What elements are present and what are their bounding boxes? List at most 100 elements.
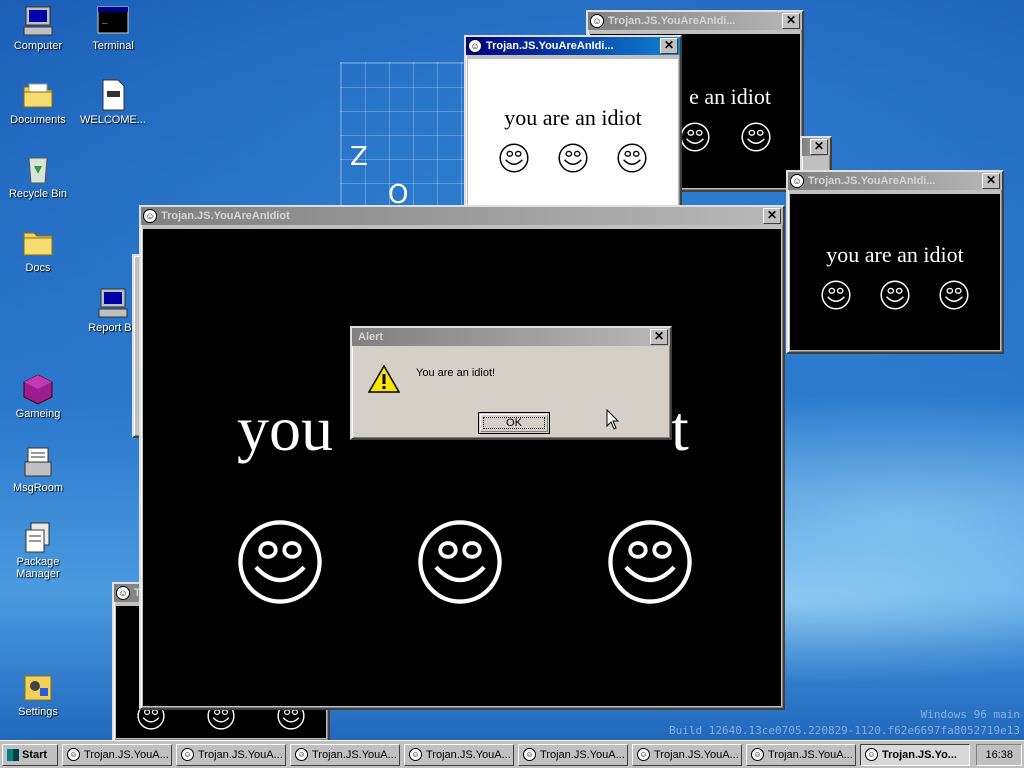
taskbar-button-active[interactable]: ☺ Trojan.JS.Yo... (860, 743, 970, 766)
desktop-icon-gameing[interactable]: Gameing (1, 372, 75, 420)
desktop-icon-documents[interactable]: Documents (1, 78, 75, 126)
smiley-row (484, 143, 662, 173)
build-watermark-build: Build 12640.13ce0705.220829-1120.f62e669… (669, 724, 1020, 737)
window-title: Trojan.JS.YouAreAnIdi... (608, 15, 736, 27)
popup-message: you are an idiot (826, 242, 964, 267)
start-label: Start (22, 748, 48, 761)
smiley-icon (558, 143, 588, 173)
cube-icon (21, 372, 55, 406)
popup-content: you are an idiot (468, 59, 678, 213)
taskbar-button-label: Trojan.JS.YouA... (426, 748, 511, 761)
desktop-icon-docs[interactable]: Docs (1, 226, 75, 274)
taskbar-button-label: Trojan.JS.YouA... (312, 748, 397, 761)
smiley-icon: ☺ (751, 748, 764, 761)
close-button[interactable]: ✕ (763, 208, 781, 224)
smiley-icon (741, 122, 771, 152)
smiley-icon: ☺ (116, 586, 130, 600)
package-icon (21, 520, 55, 554)
window-title: Trojan.JS.YouAreAnIdiot (161, 210, 290, 222)
computer-icon (21, 4, 55, 38)
popup-window-right[interactable]: ☺ Trojan.JS.YouAreAnIdi... ✕ you are an … (786, 170, 1004, 354)
taskbar-button-label: Trojan.JS.YouA... (654, 748, 739, 761)
window-titlebar[interactable]: ☺ Trojan.JS.YouAreAnIdi... ✕ (466, 37, 680, 55)
window-titlebar[interactable]: ☺ Trojan.JS.YouAreAnIdi... ✕ (788, 172, 1002, 190)
desktop-icon-settings[interactable]: Settings (1, 670, 75, 718)
close-button[interactable]: ✕ (982, 173, 1000, 189)
ok-button[interactable]: OK (478, 412, 550, 434)
document-icon (96, 78, 130, 112)
desktop-icon-label: Docs (25, 262, 51, 274)
settings-icon (21, 670, 55, 704)
desktop-icon-label: Gameing (15, 408, 61, 420)
taskbar-button[interactable]: ☺ Trojan.JS.YouA... (176, 743, 286, 766)
smiley-icon: ☺ (181, 748, 194, 761)
folder-icon (21, 78, 55, 112)
desktop-icon-msgroom[interactable]: MsgRoom (1, 446, 75, 494)
ok-button-label: OK (480, 414, 548, 432)
smiley-icon: ☺ (468, 39, 482, 53)
desktop-icon-recycle-bin[interactable]: Recycle Bin (1, 152, 75, 200)
smiley-icon: ☺ (143, 209, 157, 223)
mouse-cursor-icon (606, 408, 620, 434)
smiley-icon (607, 519, 693, 605)
smiley-icon (417, 519, 503, 605)
desktop-icon-package-manager[interactable]: Package Manager (1, 520, 75, 580)
smiley-icon: ☺ (865, 748, 878, 761)
main-message-left: you (237, 393, 333, 464)
warning-icon (367, 364, 401, 397)
desktop-icon-label: Documents (10, 114, 66, 126)
smiley-icon (680, 122, 710, 152)
desktop-icon-label: Package Manager (16, 556, 60, 580)
smiley-icon: ☺ (637, 748, 650, 761)
desktop-icon-label: Recycle Bin (8, 188, 68, 200)
popup-message: you are an idiot (504, 105, 642, 130)
taskbar-button-label: Trojan.JS.YouA... (540, 748, 625, 761)
wallpaper-letter: Z (350, 142, 368, 172)
desktop: Z O Windows 96 main Build 12640.13ce0705… (0, 0, 1024, 740)
taskbar-button[interactable]: ☺ Trojan.JS.YouA... (62, 743, 172, 766)
window-title: Trojan.JS.YouAreAnIdi... (808, 175, 936, 187)
smiley-row (806, 280, 984, 310)
window-titlebar[interactable]: ☺ Trojan.JS.YouAreAnIdi... ✕ (588, 12, 802, 30)
recycle-bin-icon (21, 152, 55, 186)
chat-icon (21, 446, 55, 480)
window-titlebar[interactable]: ☺ Trojan.JS.YouAreAnIdiot ✕ (141, 207, 783, 225)
computer-icon (96, 286, 130, 320)
main-popup-content: you t (143, 229, 781, 706)
desktop-icon-label: MsgRoom (12, 482, 64, 494)
desktop-icon-label: WELCOME... (79, 114, 146, 126)
desktop-icon-label: Settings (18, 706, 58, 718)
svg-text:_: _ (102, 15, 108, 25)
taskbar-button[interactable]: ☺ Trojan.JS.YouA... (746, 743, 856, 766)
main-popup-window[interactable]: ☺ Trojan.JS.YouAreAnIdiot ✕ you t (139, 205, 785, 710)
start-logo-icon (7, 748, 19, 761)
alert-titlebar[interactable]: Alert ✕ (352, 328, 670, 346)
window-titlebar[interactable]: ✕ (802, 138, 830, 156)
popup-window-top-white[interactable]: ☺ Trojan.JS.YouAreAnIdi... ✕ you are an … (464, 35, 682, 217)
start-button[interactable]: Start (2, 743, 58, 766)
close-button[interactable]: ✕ (782, 13, 800, 29)
desktop-icon-terminal[interactable]: _ Terminal (76, 4, 150, 52)
smiley-icon (617, 143, 647, 173)
smiley-icon (499, 143, 529, 173)
taskbar-button[interactable]: ☺ Trojan.JS.YouA... (290, 743, 400, 766)
taskbar-button[interactable]: ☺ Trojan.JS.YouA... (518, 743, 628, 766)
desktop-icon-computer[interactable]: Computer (1, 4, 75, 52)
alert-message: You are an idiot! (416, 367, 496, 379)
desktop-icon-label: Computer (13, 40, 63, 52)
smiley-icon: ☺ (409, 748, 422, 761)
alert-dialog[interactable]: Alert ✕ You are an idiot! OK (350, 326, 672, 440)
alert-close-button[interactable]: ✕ (650, 329, 668, 345)
close-button[interactable]: ✕ (660, 38, 678, 54)
smiley-icon (880, 280, 910, 310)
taskbar-button[interactable]: ☺ Trojan.JS.YouA... (632, 743, 742, 766)
desktop-icon-welcome[interactable]: WELCOME... (76, 78, 150, 126)
taskbar-button-label: Trojan.JS.Yo... (882, 748, 957, 761)
taskbar-button[interactable]: ☺ Trojan.JS.YouA... (404, 743, 514, 766)
taskbar-button-label: Trojan.JS.YouA... (198, 748, 283, 761)
taskbar-clock[interactable]: 16:38 (976, 743, 1022, 766)
close-button[interactable]: ✕ (810, 139, 828, 155)
desktop-icon-label: Terminal (92, 40, 134, 52)
build-watermark-title: Windows 96 main (920, 708, 1020, 721)
window-title: Trojan.JS.YouAreAnIdi... (486, 40, 614, 52)
